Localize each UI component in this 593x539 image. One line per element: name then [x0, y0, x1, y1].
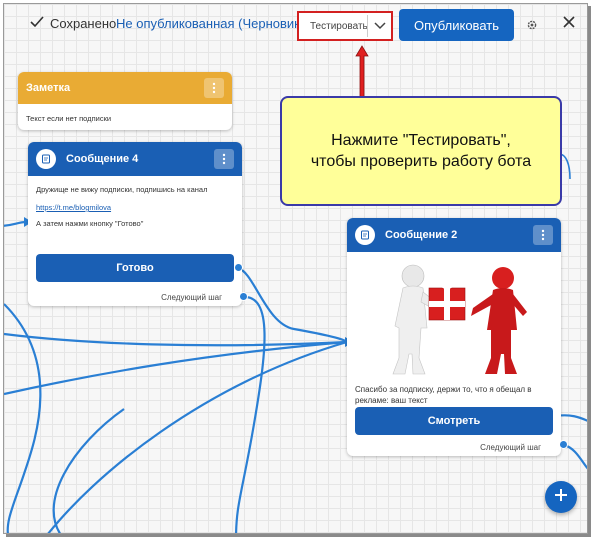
next-step-connector[interactable] [559, 440, 568, 449]
kebab-icon[interactable] [214, 149, 234, 169]
message-4-text2: А затем нажми кнопку "Готово" [36, 219, 144, 228]
wire-next-down [234, 295, 266, 533]
message-avatar-icon [355, 225, 375, 245]
message-2-title: Сообщение 2 [385, 229, 458, 241]
next-step-label: Следующий шаг [480, 443, 541, 452]
note-text: Текст если нет подписки [26, 114, 112, 123]
wire-left-to-msg2 [4, 332, 348, 347]
ready-button[interactable]: Готово [36, 254, 234, 282]
close-icon[interactable] [562, 15, 576, 34]
message-2-header: Сообщение 2 [347, 218, 561, 252]
saved-label: Сохранено [50, 16, 117, 31]
note-title: Заметка [26, 82, 71, 94]
note-card-header: Заметка [18, 72, 232, 104]
kebab-icon[interactable] [533, 225, 553, 245]
check-icon [30, 16, 44, 31]
hint-callout: Нажмите "Тестировать", чтобы проверить р… [280, 96, 562, 206]
message-avatar-icon [36, 149, 56, 169]
kebab-icon[interactable] [204, 78, 224, 98]
gift-illustration [392, 264, 527, 375]
publish-button[interactable]: Опубликовать [399, 9, 514, 41]
add-node-button[interactable] [545, 481, 577, 513]
test-button-group[interactable]: Тестировать [297, 11, 393, 41]
status-label: Не опубликованная (Черновик) [116, 16, 305, 31]
watch-button[interactable]: Смотреть [355, 407, 553, 435]
test-button[interactable]: Тестировать [299, 21, 368, 32]
note-card[interactable]: Заметка Текст если нет подписки [18, 72, 232, 130]
gear-icon[interactable] [526, 18, 538, 36]
publish-status-dropdown[interactable]: Не опубликованная (Черновик) [116, 16, 322, 31]
arrow-up-icon [355, 45, 369, 99]
flow-editor-canvas[interactable]: Сохранено Не опубликованная (Черновик) Т… [3, 3, 588, 534]
next-step-connector[interactable] [239, 292, 248, 301]
top-toolbar: Сохранено Не опубликованная (Черновик) Т… [4, 4, 587, 46]
save-status: Сохранено [30, 16, 116, 31]
callout-line-1: Нажмите "Тестировать", [331, 132, 511, 149]
message-4-card[interactable]: Сообщение 4 Дружище не вижу подписки, по… [28, 142, 242, 306]
wire-left-2 [4, 340, 348, 396]
message-2-card[interactable]: Сообщение 2 Спасибо за подписку, держи т… [347, 218, 561, 456]
wire-into-msg4 [4, 220, 27, 227]
message-4-text1: Дружище не вижу подписки, подпишись на к… [36, 185, 208, 194]
callout-line-2: чтобы проверить работу бота [310, 153, 532, 170]
wire-next2-out [563, 443, 587, 470]
message-4-header: Сообщение 4 [28, 142, 242, 176]
ready-connector[interactable] [234, 263, 243, 272]
chevron-down-icon[interactable] [368, 22, 391, 30]
message-4-link[interactable]: https://t.me/blogmilova [28, 195, 242, 212]
plus-icon [554, 488, 568, 507]
message-4-title: Сообщение 4 [66, 153, 139, 165]
wire-ready-to-msg2 [237, 266, 348, 343]
next-step-label: Следующий шаг [161, 293, 222, 302]
message-2-text: Спасибо за подписку, держи то, что я обе… [355, 385, 532, 405]
